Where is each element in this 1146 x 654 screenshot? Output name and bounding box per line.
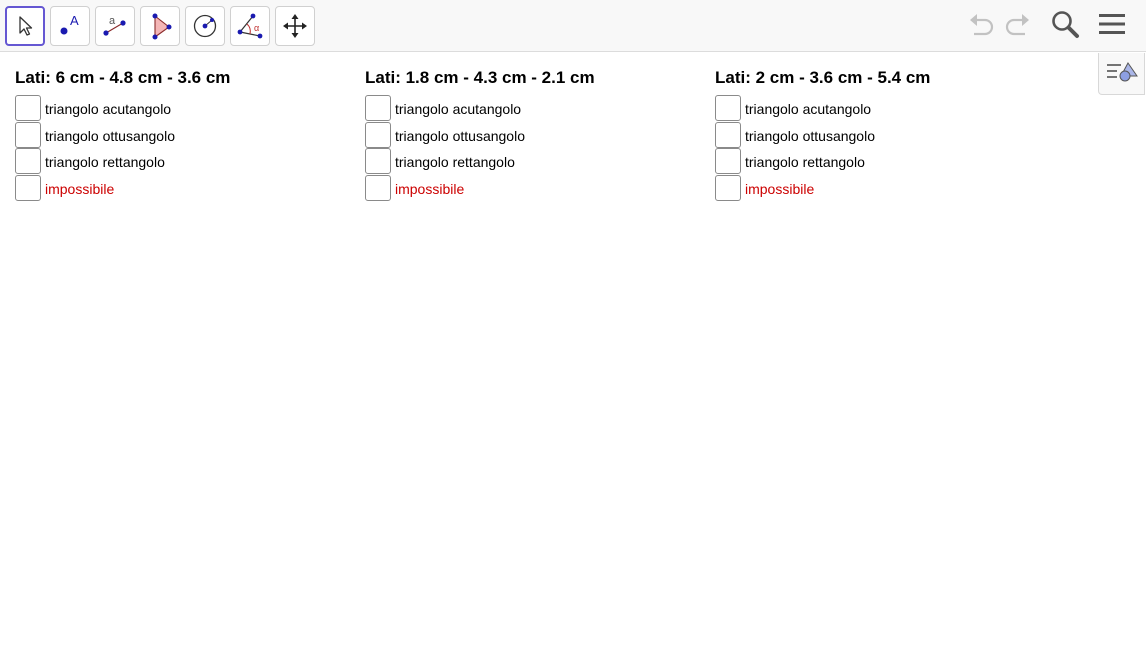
option-ottusangolo[interactable]: triangolo ottusangolo (15, 121, 230, 149)
undo-icon (966, 11, 996, 42)
option-acutangolo[interactable]: triangolo acutangolo (365, 95, 595, 122)
option-ottusangolo[interactable]: triangolo ottusangolo (365, 121, 595, 149)
checkbox[interactable] (365, 174, 391, 201)
menu-icon (1098, 12, 1126, 41)
undo-button[interactable] (963, 8, 999, 44)
option-label: triangolo ottusangolo (45, 127, 175, 144)
option-ottusangolo[interactable]: triangolo ottusangolo (715, 121, 930, 149)
point-icon-letter: A (70, 13, 79, 28)
checkbox[interactable] (365, 148, 391, 174)
option-rettangolo[interactable]: triangolo rettangolo (365, 148, 595, 175)
option-impossibile[interactable]: impossibile (365, 174, 595, 202)
cursor-arrow-icon (14, 14, 36, 38)
checkbox[interactable] (15, 148, 41, 174)
checkbox[interactable] (365, 121, 391, 148)
option-label: impossibile (45, 180, 115, 197)
group-title: Lati: 6 cm - 4.8 cm - 3.6 cm (15, 68, 231, 87)
search-button[interactable] (1047, 8, 1083, 44)
option-label: triangolo ottusangolo (395, 127, 525, 144)
redo-button[interactable] (1000, 8, 1036, 44)
angle-icon: α (235, 11, 265, 41)
segment-icon: a (100, 11, 130, 41)
polygon-icon (145, 11, 175, 41)
checkbox[interactable] (715, 121, 741, 148)
option-label: triangolo rettangolo (395, 154, 515, 170)
checkbox[interactable] (715, 174, 741, 201)
checkbox[interactable] (15, 95, 41, 121)
triangle-question-3: Lati: 2 cm - 3.6 cm - 5.4 cm triangolo a… (715, 67, 930, 201)
circle-center-point-icon (190, 11, 220, 41)
algebra-view-toggle-button[interactable] (1098, 53, 1145, 95)
option-rettangolo[interactable]: triangolo rettangolo (15, 148, 230, 175)
angle-tool-button[interactable]: α (230, 6, 270, 46)
segment-icon-letter: a (109, 15, 116, 27)
redo-icon (1003, 11, 1033, 42)
move-graphics-view-tool-button[interactable] (275, 6, 315, 46)
group-title: Lati: 1.8 cm - 4.3 cm - 2.1 cm (365, 68, 595, 87)
point-icon: A (55, 11, 85, 41)
triangle-question-2: Lati: 1.8 cm - 4.3 cm - 2.1 cm triangolo… (365, 67, 595, 201)
option-label: triangolo acutangolo (745, 101, 872, 117)
point-tool-button[interactable]: A (50, 6, 90, 46)
search-icon (1050, 9, 1080, 44)
group-title: Lati: 2 cm - 3.6 cm - 5.4 cm (715, 68, 931, 87)
option-label: triangolo ottusangolo (745, 127, 875, 144)
option-label: triangolo acutangolo (395, 101, 522, 117)
option-acutangolo[interactable]: triangolo acutangolo (15, 95, 230, 122)
option-label: impossibile (395, 180, 465, 197)
angle-icon-letter: α (254, 23, 259, 33)
circle-tool-button[interactable] (185, 6, 225, 46)
option-impossibile[interactable]: impossibile (715, 174, 930, 202)
checkbox[interactable] (15, 121, 41, 148)
option-label: triangolo rettangolo (745, 154, 865, 170)
option-rettangolo[interactable]: triangolo rettangolo (715, 148, 930, 175)
checkbox[interactable] (365, 95, 391, 121)
segment-tool-button[interactable]: a (95, 6, 135, 46)
algebra-view-icon (1105, 58, 1139, 89)
checkbox[interactable] (15, 174, 41, 201)
toolbar: A a α (0, 0, 1146, 52)
option-label: triangolo acutangolo (45, 101, 172, 117)
checkbox[interactable] (715, 148, 741, 174)
option-acutangolo[interactable]: triangolo acutangolo (715, 95, 930, 122)
menu-button[interactable] (1094, 8, 1130, 44)
move-arrows-icon (282, 13, 308, 39)
checkbox[interactable] (715, 95, 741, 121)
option-impossibile[interactable]: impossibile (15, 174, 230, 202)
polygon-tool-button[interactable] (140, 6, 180, 46)
triangle-question-1: Lati: 6 cm - 4.8 cm - 3.6 cm triangolo a… (15, 67, 230, 201)
option-label: impossibile (745, 180, 815, 197)
option-label: triangolo rettangolo (45, 154, 165, 170)
move-tool-button[interactable] (5, 6, 45, 46)
